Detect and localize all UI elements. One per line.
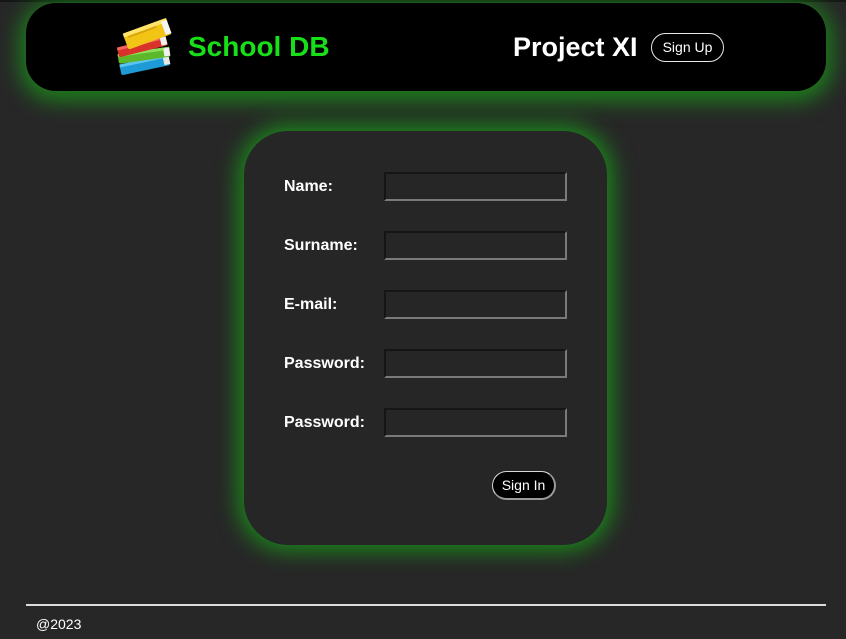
books-stack-icon bbox=[114, 15, 178, 79]
sign-up-button[interactable]: Sign Up bbox=[651, 33, 724, 62]
email-input[interactable] bbox=[384, 290, 567, 319]
page: School DB Project XI Sign Up Name: Surna… bbox=[0, 0, 846, 639]
brand-title: School DB bbox=[188, 31, 330, 62]
password-label: Password: bbox=[284, 355, 365, 372]
copyright-text: @2023 bbox=[36, 616, 82, 632]
project-title: Project XI bbox=[513, 32, 638, 62]
footer-divider bbox=[26, 604, 826, 606]
confirm-password-label: Password: bbox=[284, 414, 365, 431]
header-bar: School DB Project XI Sign Up bbox=[26, 3, 826, 91]
surname-input[interactable] bbox=[384, 231, 567, 260]
sign-in-button[interactable]: Sign In bbox=[492, 471, 556, 500]
surname-label: Surname: bbox=[284, 237, 358, 254]
sign-in-form: Name: Surname: E-mail: Password: Passwor… bbox=[244, 131, 607, 545]
name-label: Name: bbox=[284, 178, 333, 195]
password-input[interactable] bbox=[384, 349, 567, 378]
confirm-password-input[interactable] bbox=[384, 408, 567, 437]
email-label: E-mail: bbox=[284, 296, 338, 313]
name-input[interactable] bbox=[384, 172, 567, 201]
